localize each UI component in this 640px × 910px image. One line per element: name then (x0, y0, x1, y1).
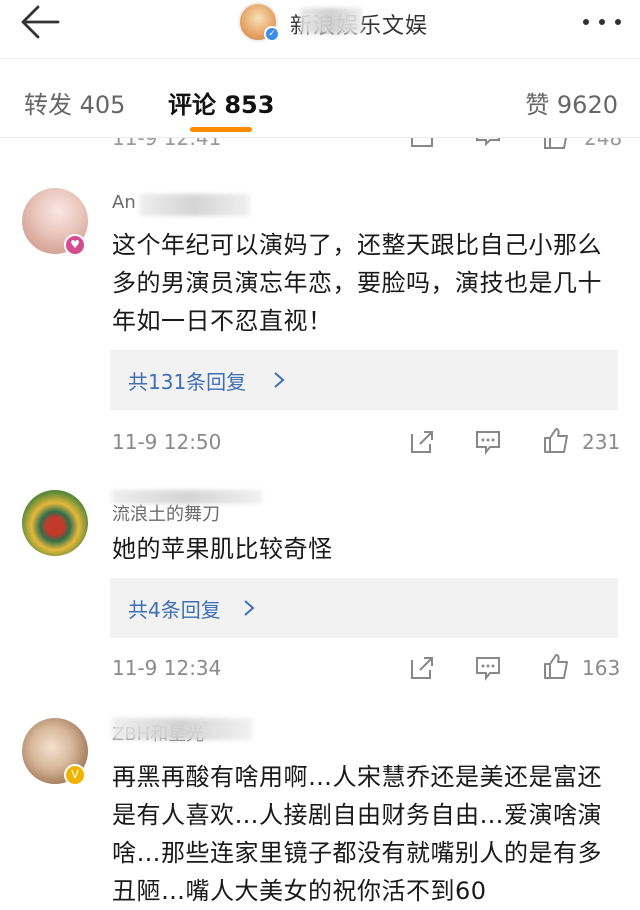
comment-time: 11-9 12:50 (112, 430, 222, 454)
top-bar: ✓ 新浪娱乐文娱 (0, 0, 640, 58)
active-tab-indicator (190, 127, 252, 132)
more-dots-icon[interactable] (580, 12, 624, 32)
like-icon[interactable] (542, 426, 570, 454)
comment-text: 再黑再酸有啥用啊…人宋慧乔还是美还是富还是有人喜欢…人接剧自由财务自由…爱演啥演… (112, 763, 602, 905)
chevron-right-icon (244, 600, 255, 616)
comment-time: 11-9 12:34 (112, 656, 222, 680)
like-icon[interactable] (542, 652, 570, 680)
share-icon[interactable] (408, 138, 436, 150)
like-count: 231 (582, 430, 621, 454)
name-blur-overlay (112, 490, 262, 504)
reply-count-link[interactable]: 共4条回复 (128, 594, 221, 623)
comment-time: 11-9 12:41 (112, 138, 222, 150)
tab-forward[interactable]: 转发 405 (24, 85, 125, 120)
tab-like[interactable]: 赞 9620 (525, 85, 618, 120)
tab-bar: 转发 405 评论 853 赞 9620 (0, 58, 640, 138)
verified-badge-icon: ✓ (264, 26, 280, 42)
vip-badge-icon: ♥ (64, 234, 86, 256)
account-avatar[interactable]: ✓ (238, 2, 280, 42)
comment-icon[interactable] (474, 428, 502, 456)
previous-comment-meta: 11-9 12:41 248 (0, 138, 640, 154)
share-icon[interactable] (408, 654, 436, 682)
reply-summary[interactable]: 共4条回复 (110, 578, 618, 638)
comment-text: 这个年纪可以演妈了，还整天跟比自己小那么多的男演员演忘年恋，要脸吗，演技也是几十… (112, 231, 602, 335)
like-count: 248 (584, 138, 623, 150)
share-icon[interactable] (408, 428, 436, 456)
name-blur-overlay (112, 718, 252, 740)
back-arrow-icon[interactable] (18, 4, 62, 40)
comment-icon[interactable] (474, 138, 502, 150)
chevron-right-icon (274, 372, 285, 388)
comment-icon[interactable] (474, 654, 502, 682)
tab-comment[interactable]: 评论 853 (168, 85, 274, 120)
username[interactable]: An (112, 192, 136, 213)
avatar[interactable] (22, 490, 88, 556)
comment-text: 她的苹果肌比较奇怪 (112, 535, 333, 563)
reply-count-link[interactable]: 共131条回复 (128, 366, 246, 395)
like-icon[interactable] (542, 138, 570, 150)
reply-summary[interactable]: 共131条回复 (110, 350, 618, 410)
name-blur-overlay (140, 194, 250, 216)
like-count: 163 (582, 656, 621, 680)
name-blur-overlay (300, 8, 362, 34)
vip-badge-icon: V (64, 764, 86, 786)
